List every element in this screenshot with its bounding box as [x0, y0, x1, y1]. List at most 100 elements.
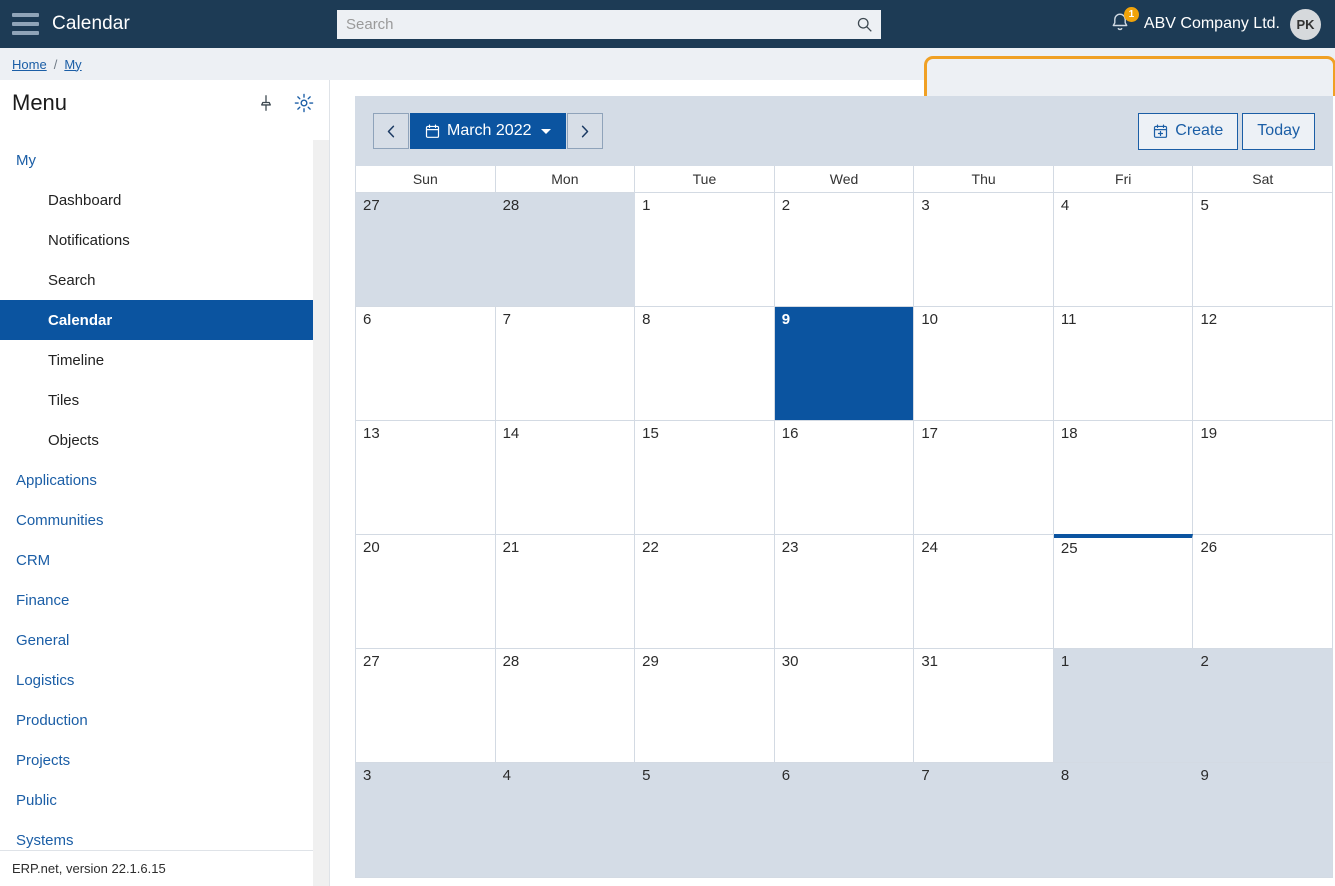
sidebar-item-dashboard[interactable]: Dashboard [0, 180, 313, 220]
weekday-header-sun: Sun [356, 166, 496, 192]
calendar-day-number: 12 [1200, 311, 1218, 328]
weekday-header-fri: Fri [1054, 166, 1194, 192]
sidebar-group-crm[interactable]: CRM [0, 540, 313, 580]
calendar-day-number: 1 [642, 197, 651, 214]
calendar-day-number: 24 [921, 539, 938, 556]
calendar-day-cell[interactable]: 9 [1193, 763, 1333, 877]
calendar-day-cell[interactable]: 1 [1053, 649, 1194, 762]
highlighted-popover-panel[interactable] [924, 56, 1335, 96]
calendar-day-cell[interactable]: 17 [914, 421, 1054, 534]
calendar-day-cell[interactable]: 10 [914, 307, 1054, 420]
sidebar-group-logistics[interactable]: Logistics [0, 660, 313, 700]
sidebar-group-applications[interactable]: Applications [0, 460, 313, 500]
user-area: 1 ABV Company Ltd. PK [1108, 0, 1321, 48]
gear-icon[interactable] [293, 92, 315, 114]
calendar-day-cell[interactable]: 20 [356, 535, 496, 648]
calendar-day-cell[interactable]: 9 [774, 307, 915, 420]
calendar-day-number: 22 [642, 539, 659, 556]
calendar-day-number: 26 [1200, 539, 1218, 556]
weekday-header-row: Sun Mon Tue Wed Thu Fri Sat [355, 166, 1333, 193]
sidebar-group-general[interactable]: General [0, 620, 313, 660]
today-button[interactable]: Today [1242, 112, 1315, 150]
calendar-day-number: 1 [1060, 653, 1070, 670]
calendar-day-cell[interactable]: 2 [774, 193, 915, 306]
calendar-day-cell[interactable]: 6 [356, 307, 496, 420]
calendar-day-number: 2 [1200, 653, 1209, 670]
sidebar: Menu My Dashboard Notifications Search Calen… [0, 80, 330, 886]
sidebar-item-search[interactable]: Search [0, 260, 313, 300]
calendar-day-cell[interactable]: 3 [914, 193, 1054, 306]
sidebar-item-calendar[interactable]: Calendar [0, 300, 313, 340]
month-picker-button[interactable]: March 2022 [410, 113, 566, 149]
calendar-day-cell[interactable]: 27 [356, 649, 496, 762]
calendar-day-cell[interactable]: 25 [1053, 534, 1194, 648]
calendar-day-cell[interactable]: 29 [635, 649, 775, 762]
sidebar-group-my[interactable]: My [0, 140, 313, 180]
calendar-day-cell[interactable]: 26 [1193, 535, 1333, 648]
calendar-day-cell[interactable]: 5 [1193, 193, 1333, 306]
calendar-day-cell[interactable]: 28 [495, 193, 636, 306]
hamburger-icon[interactable] [0, 0, 44, 48]
calendar-day-number: 14 [502, 425, 520, 442]
next-month-button[interactable] [566, 113, 603, 149]
calendar-plus-icon [1154, 124, 1168, 138]
breadcrumb-item-home[interactable]: Home [12, 57, 47, 72]
calendar-day-cell[interactable]: 11 [1053, 307, 1194, 420]
calendar-day-number: 15 [642, 425, 659, 442]
version-label: ERP.net, version 22.1.6.15 [0, 850, 313, 886]
breadcrumb-separator: / [53, 56, 58, 72]
calendar-day-cell[interactable]: 8 [1053, 763, 1194, 877]
calendar-day-cell[interactable]: 14 [495, 421, 636, 534]
prev-month-button[interactable] [373, 113, 409, 149]
calendar-day-cell[interactable]: 13 [356, 421, 496, 534]
sidebar-item-objects[interactable]: Objects [0, 420, 313, 460]
calendar-day-cell[interactable]: 3 [356, 763, 496, 877]
calendar-day-cell[interactable]: 4 [1053, 193, 1194, 306]
calendar-day-cell[interactable]: 1 [635, 193, 775, 306]
sidebar-group-finance[interactable]: Finance [0, 580, 313, 620]
notifications-button[interactable]: 1 [1108, 7, 1139, 37]
create-button[interactable]: Create [1138, 112, 1239, 150]
sidebar-group-communities[interactable]: Communities [0, 500, 313, 540]
calendar-day-cell[interactable]: 23 [774, 535, 915, 648]
sidebar-item-timeline[interactable]: Timeline [0, 340, 313, 380]
calendar-day-cell[interactable]: 27 [356, 193, 496, 306]
calendar-day-cell[interactable]: 2 [1193, 649, 1333, 762]
hamburger-bar [11, 31, 39, 35]
calendar-day-cell[interactable]: 16 [774, 421, 915, 534]
today-button-label: Today [1257, 122, 1300, 139]
sidebar-group-production[interactable]: Production [0, 700, 313, 740]
sidebar-group-projects[interactable]: Projects [0, 740, 313, 780]
calendar-toolbar: March 2022 Create Today [355, 96, 1333, 166]
sidebar-item-tiles[interactable]: Tiles [0, 380, 313, 420]
pin-icon[interactable] [255, 92, 277, 114]
search-input[interactable] [337, 10, 881, 39]
sidebar-item-notifications[interactable]: Notifications [0, 220, 313, 260]
calendar-day-cell[interactable]: 4 [495, 763, 636, 877]
calendar-day-cell[interactable]: 31 [914, 649, 1054, 762]
calendar-day-cell[interactable]: 7 [495, 307, 636, 420]
calendar-day-cell[interactable]: 8 [635, 307, 775, 420]
calendar-day-number: 29 [642, 653, 659, 670]
calendar-day-cell[interactable]: 12 [1193, 307, 1333, 420]
calendar-week-row: 6 7 8 9 10 11 12 [356, 307, 1333, 421]
sidebar-scrollbar-track[interactable] [313, 140, 329, 886]
calendar-day-cell[interactable]: 6 [774, 763, 915, 877]
breadcrumb-item-my[interactable]: My [64, 57, 81, 72]
hamburger-bar [11, 22, 39, 26]
calendar-day-cell[interactable]: 19 [1193, 421, 1333, 534]
calendar-day-cell[interactable]: 18 [1053, 421, 1194, 534]
calendar-day-cell[interactable]: 22 [635, 535, 775, 648]
calendar-day-cell[interactable]: 21 [495, 535, 636, 648]
calendar-day-number: 19 [1200, 425, 1218, 442]
sidebar-group-public[interactable]: Public [0, 780, 313, 820]
avatar[interactable]: PK [1290, 8, 1321, 40]
calendar-day-number: 3 [363, 767, 372, 784]
calendar-day-cell[interactable]: 30 [774, 649, 915, 762]
calendar-day-cell[interactable]: 28 [495, 649, 636, 762]
calendar-day-cell[interactable]: 24 [914, 535, 1054, 648]
calendar-day-cell[interactable]: 5 [635, 763, 775, 877]
calendar-day-cell[interactable]: 7 [914, 763, 1054, 877]
calendar-day-number: 20 [363, 539, 380, 556]
calendar-day-cell[interactable]: 15 [635, 421, 775, 534]
